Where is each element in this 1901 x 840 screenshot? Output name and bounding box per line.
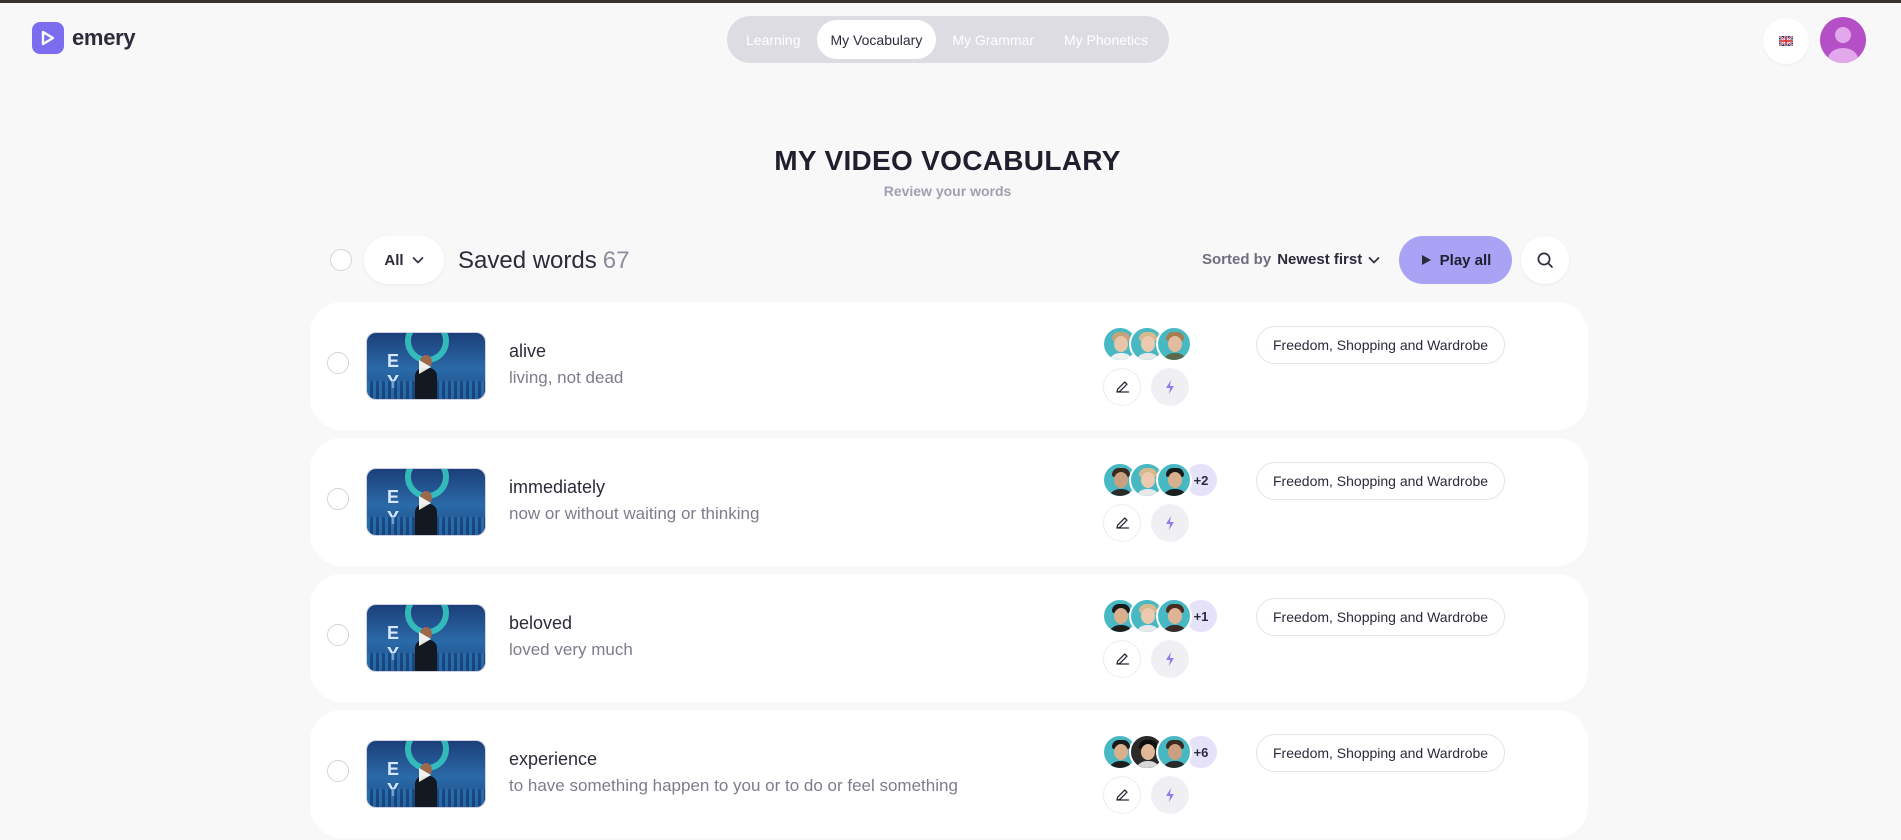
- speaker-avatar: [1156, 734, 1192, 770]
- chevron-down-icon: [1368, 256, 1380, 264]
- filter-dropdown[interactable]: All: [364, 236, 444, 284]
- speaker-avatars: +6: [1102, 734, 1219, 770]
- play-icon: [419, 360, 431, 374]
- word-list: E Y alive living, not dead Freedom, Shop…: [310, 302, 1588, 840]
- word-definition: loved very much: [509, 640, 633, 659]
- play-all-label: Play all: [1439, 251, 1492, 269]
- pencil-icon: [1116, 517, 1129, 529]
- language-button[interactable]: [1763, 18, 1809, 64]
- video-thumbnail[interactable]: E Y: [366, 604, 486, 672]
- row-checkbox[interactable]: [327, 624, 349, 646]
- saved-words-count: 67: [602, 247, 630, 274]
- page-subtitle: Review your words: [883, 183, 1012, 199]
- play-icon: [1421, 255, 1431, 265]
- word-row[interactable]: E Y immediately now or without waiting o…: [310, 438, 1588, 566]
- topic-tag[interactable]: Freedom, Shopping and Wardrobe: [1256, 734, 1506, 772]
- word-text: experience: [509, 749, 598, 769]
- play-icon: [419, 632, 431, 646]
- user-avatar-icon: [1828, 27, 1858, 63]
- saved-words-label: Saved words: [458, 247, 597, 274]
- word-row[interactable]: E Y experience to have something happen …: [310, 710, 1588, 838]
- word-definition: living, not dead: [509, 368, 624, 387]
- pencil-icon: [1116, 381, 1129, 393]
- logo-text: emery: [72, 25, 136, 50]
- logo-play-icon: [32, 22, 64, 54]
- topic-tag[interactable]: Freedom, Shopping and Wardrobe: [1256, 462, 1506, 500]
- practice-button[interactable]: [1151, 504, 1189, 542]
- tab-learning[interactable]: Learning: [732, 20, 815, 59]
- speaker-avatars: +2: [1102, 462, 1219, 498]
- row-checkbox[interactable]: [327, 352, 349, 374]
- chevron-down-icon: [412, 256, 424, 264]
- word-row[interactable]: E Y beloved loved very much +1 Freedom, …: [310, 574, 1588, 702]
- video-thumbnail[interactable]: E Y: [366, 740, 486, 808]
- sort-value: Newest first: [1277, 251, 1363, 268]
- search-button[interactable]: [1521, 236, 1569, 284]
- lightning-icon: [1166, 380, 1174, 394]
- practice-button[interactable]: [1151, 640, 1189, 678]
- topic-tag[interactable]: Freedom, Shopping and Wardrobe: [1256, 598, 1506, 636]
- page-title: MY VIDEO VOCABULARY: [774, 145, 1121, 176]
- word-definition: to have something happen to you or to do…: [509, 776, 958, 795]
- lightning-icon: [1166, 788, 1174, 802]
- edit-button[interactable]: [1103, 776, 1141, 814]
- pencil-icon: [1116, 789, 1129, 801]
- speaker-avatars: [1102, 326, 1192, 362]
- speaker-avatar: [1156, 462, 1192, 498]
- word-definition: now or without waiting or thinking: [509, 504, 760, 523]
- row-checkbox[interactable]: [327, 760, 349, 782]
- play-all-button[interactable]: Play all: [1399, 236, 1512, 284]
- speaker-avatars: +1: [1102, 598, 1219, 634]
- word-text: beloved: [509, 613, 573, 633]
- word-text: alive: [509, 341, 547, 361]
- row-checkbox[interactable]: [327, 488, 349, 510]
- filter-label: All: [384, 251, 404, 269]
- search-icon: [1537, 252, 1553, 268]
- play-icon: [419, 768, 431, 782]
- toolbar: All Saved words 67 Sorted by Newest first…: [310, 235, 1569, 285]
- word-row[interactable]: E Y alive living, not dead Freedom, Shop…: [310, 302, 1588, 430]
- tab-my-phonetics[interactable]: My Phonetics: [1050, 20, 1162, 59]
- saved-words-heading: Saved words 67: [458, 247, 629, 275]
- edit-button[interactable]: [1103, 504, 1141, 542]
- practice-button[interactable]: [1151, 368, 1189, 406]
- logo[interactable]: emery: [32, 22, 136, 54]
- lightning-icon: [1166, 652, 1174, 666]
- edit-button[interactable]: [1103, 368, 1141, 406]
- sort-dropdown[interactable]: Sorted by Newest first: [1202, 251, 1380, 268]
- word-text: immediately: [509, 477, 606, 497]
- topic-tag[interactable]: Freedom, Shopping and Wardrobe: [1256, 326, 1506, 364]
- practice-button[interactable]: [1151, 776, 1189, 814]
- play-icon: [419, 496, 431, 510]
- edit-button[interactable]: [1103, 640, 1141, 678]
- tab-my-grammar[interactable]: My Grammar: [938, 20, 1048, 59]
- video-thumbnail[interactable]: E Y: [366, 332, 486, 400]
- speaker-avatar: [1156, 598, 1192, 634]
- tab-my-vocabulary[interactable]: My Vocabulary: [816, 20, 937, 59]
- video-thumbnail[interactable]: E Y: [366, 468, 486, 536]
- select-all-checkbox[interactable]: [330, 249, 352, 271]
- sort-label: Sorted by: [1202, 251, 1272, 268]
- pencil-icon: [1116, 653, 1129, 665]
- profile-button[interactable]: [1820, 17, 1866, 63]
- lightning-icon: [1166, 516, 1174, 530]
- main-nav: Learning My Vocabulary My Grammar My Pho…: [727, 16, 1169, 63]
- speaker-avatar: [1156, 326, 1192, 362]
- uk-flag-icon: [1779, 36, 1793, 46]
